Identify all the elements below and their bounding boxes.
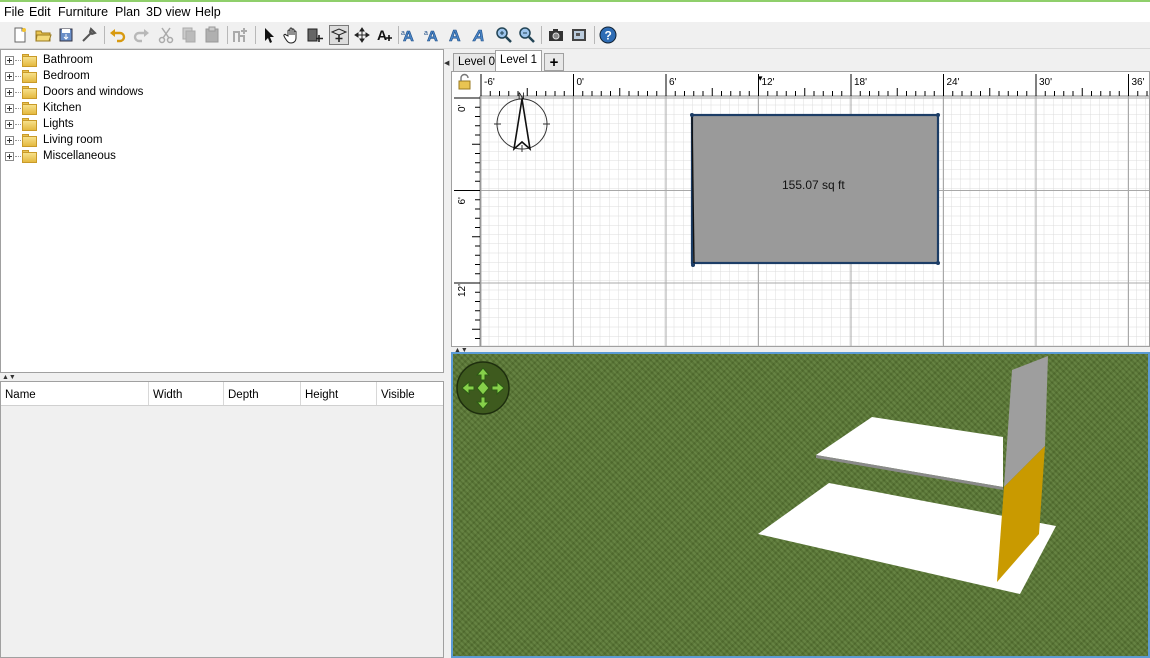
navigation-arrows-icon[interactable] xyxy=(456,361,510,415)
svg-text:A: A xyxy=(472,28,485,44)
compass-north-label: N xyxy=(518,91,525,101)
folder-icon xyxy=(22,69,38,83)
menu-help[interactable]: Help xyxy=(195,5,221,19)
svg-text:?: ? xyxy=(605,29,612,43)
ruler-y-label: 6' xyxy=(457,197,468,205)
catalog-category[interactable]: Lights xyxy=(5,116,74,132)
text-style-icon[interactable]: A xyxy=(470,25,490,45)
menu-plan[interactable]: Plan xyxy=(115,5,140,19)
tab-level-1[interactable]: Level 1 xyxy=(495,50,543,71)
copy-icon[interactable] xyxy=(179,25,199,45)
room[interactable]: 155.07 sq ft xyxy=(690,113,940,267)
expand-icon[interactable] xyxy=(5,71,14,81)
column-header-width[interactable]: Width xyxy=(149,382,224,405)
folder-icon xyxy=(22,133,38,147)
ruler-x-label: 12' xyxy=(762,77,775,88)
catalog-category[interactable]: Miscellaneous xyxy=(5,148,116,164)
undo-icon[interactable] xyxy=(108,25,128,45)
text-style-icon[interactable]: Aa xyxy=(423,25,443,45)
text-style-icon[interactable]: A xyxy=(447,25,467,45)
column-header-name[interactable]: Name xyxy=(1,382,149,405)
expand-icon[interactable] xyxy=(5,119,14,129)
ruler-x-label: 0' xyxy=(577,77,585,88)
folder-icon xyxy=(22,149,38,163)
pan-icon[interactable] xyxy=(282,25,302,45)
catalog-category[interactable]: Living room xyxy=(5,132,102,148)
create-rooms-icon[interactable] xyxy=(329,25,349,45)
add-text-icon[interactable]: A xyxy=(375,25,395,45)
3d-view[interactable] xyxy=(451,352,1150,658)
catalog-category[interactable]: Kitchen xyxy=(5,100,81,116)
catalog-category[interactable]: Bathroom xyxy=(5,52,93,68)
svg-text:A: A xyxy=(377,27,387,43)
folder-icon xyxy=(22,85,38,99)
expand-icon[interactable] xyxy=(5,135,14,145)
ruler-x-label: 30' xyxy=(1039,77,1052,88)
redo-icon[interactable] xyxy=(131,25,151,45)
room-area-label: 155.07 sq ft xyxy=(782,178,845,192)
text-style-icon[interactable]: Aa xyxy=(400,25,420,45)
create-dimensions-icon[interactable] xyxy=(352,25,372,45)
catalog-category[interactable]: Doors and windows xyxy=(5,84,143,100)
furniture-table-header: Name Width Depth Height Visible xyxy=(1,382,443,406)
column-header-height[interactable]: Height xyxy=(301,382,377,405)
folder-icon xyxy=(22,53,38,67)
menu-3d-view[interactable]: 3D view xyxy=(146,5,190,19)
cut-icon[interactable] xyxy=(156,25,176,45)
ruler-x-label: 18' xyxy=(854,77,867,88)
splitter-arrows-icon[interactable]: ▲▼ xyxy=(2,374,16,381)
expand-icon[interactable] xyxy=(5,55,14,65)
svg-text:a: a xyxy=(424,30,428,37)
create-photo-icon[interactable] xyxy=(546,25,566,45)
expand-icon[interactable] xyxy=(5,151,14,161)
new-home-icon[interactable] xyxy=(10,25,30,45)
upper-floor-slab xyxy=(816,417,1003,487)
furniture-table: Name Width Depth Height Visible xyxy=(0,381,444,658)
create-walls-icon[interactable] xyxy=(305,25,325,45)
svg-text:A: A xyxy=(427,28,438,44)
ruler-x-label: -6' xyxy=(484,77,495,88)
open-icon[interactable] xyxy=(33,25,53,45)
expand-icon[interactable] xyxy=(5,87,14,97)
column-header-depth[interactable]: Depth xyxy=(224,382,301,405)
ruler-y-label: 12' xyxy=(457,284,468,297)
folder-icon xyxy=(22,117,38,131)
ruler-x-label: 6' xyxy=(669,77,677,88)
toolbar: A Aa Aa A A ? xyxy=(0,22,1150,49)
folder-icon xyxy=(22,101,38,115)
zoom-in-icon[interactable] xyxy=(494,25,514,45)
help-icon[interactable]: ? xyxy=(598,25,618,45)
ruler-x-label: 24' xyxy=(947,77,960,88)
add-level-button[interactable]: + xyxy=(544,53,564,71)
menu-edit[interactable]: Edit xyxy=(29,5,51,19)
menu-file[interactable]: File xyxy=(4,5,24,19)
menu-furniture[interactable]: Furniture xyxy=(58,5,108,19)
plan-canvas[interactable]: -6' 0' 6' 12' 18' 24' 30' 36' 0' 6' 12' ▾ N 155.0… xyxy=(452,72,1149,346)
select-icon[interactable] xyxy=(259,25,279,45)
ruler-y-label: 0' xyxy=(457,104,468,112)
tab-level-0[interactable]: Level 0 xyxy=(453,53,501,71)
furniture-catalog-tree: Bathroom Bedroom Doors and windows Kitch… xyxy=(0,49,444,373)
zoom-out-icon[interactable] xyxy=(517,25,537,45)
paste-icon[interactable] xyxy=(202,25,222,45)
create-video-icon[interactable] xyxy=(569,25,589,45)
preferences-icon[interactable] xyxy=(79,25,99,45)
3d-canvas[interactable] xyxy=(453,354,1148,656)
add-furniture-icon[interactable] xyxy=(230,25,250,45)
save-icon[interactable] xyxy=(56,25,76,45)
menu-bar: File Edit Furniture Plan 3D view Help xyxy=(0,0,1150,22)
ruler-x-label: 36' xyxy=(1132,77,1145,88)
vertical-splitter[interactable]: ◀ xyxy=(444,49,450,658)
svg-text:a: a xyxy=(401,30,405,37)
ruler-marker: ▾ xyxy=(758,73,763,83)
plan-view[interactable]: -6' 0' 6' 12' 18' 24' 30' 36' 0' 6' 12' ▾ N 155.0… xyxy=(451,71,1150,347)
svg-text:A: A xyxy=(449,28,461,44)
level-tabs: Level 0 Level 1 + xyxy=(450,49,1150,71)
column-header-visible[interactable]: Visible xyxy=(377,382,443,405)
catalog-category[interactable]: Bedroom xyxy=(5,68,90,84)
expand-icon[interactable] xyxy=(5,103,14,113)
